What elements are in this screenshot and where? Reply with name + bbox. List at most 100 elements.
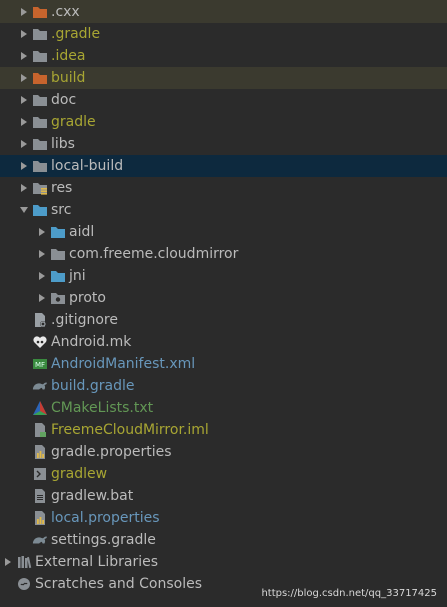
chevron-right-icon[interactable] [16, 89, 32, 111]
tree-item-label: com.freeme.cloudmirror [69, 246, 239, 262]
tree-item-label: .idea [51, 48, 86, 64]
manifest-file-icon: MF [32, 356, 48, 372]
chevron-right-icon[interactable] [34, 243, 50, 265]
folder-icon [32, 48, 48, 64]
folder-icon [50, 246, 66, 262]
folder-orange-icon [32, 4, 48, 20]
tree-item-gitignore[interactable]: .gitignore [0, 309, 447, 331]
properties-file-icon [32, 510, 48, 526]
tree-item-label: src [51, 202, 72, 218]
folder-icon [32, 158, 48, 174]
tree-item-label: .gitignore [51, 312, 118, 328]
tree-item-local-build[interactable]: local-build [0, 155, 447, 177]
source-folder-icon [32, 202, 48, 218]
tree-item-gradlew[interactable]: gradlew [0, 463, 447, 485]
tree-item-label: local-build [51, 158, 124, 174]
tree-item-external-libraries[interactable]: External Libraries [0, 551, 447, 573]
chevron-right-icon[interactable] [16, 155, 32, 177]
tree-item-idea[interactable]: .idea [0, 45, 447, 67]
tree-item-label: External Libraries [35, 554, 158, 570]
chevron-right-icon[interactable] [34, 287, 50, 309]
tree-item-com-freeme-cloudmirror[interactable]: com.freeme.cloudmirror [0, 243, 447, 265]
tree-item-label: FreemeCloudMirror.iml [51, 422, 209, 438]
resource-folder-icon [32, 180, 48, 196]
chevron-right-icon[interactable] [16, 1, 32, 23]
cmake-file-icon [32, 400, 48, 416]
tree-item-cmakelists-txt[interactable]: CMakeLists.txt [0, 397, 447, 419]
tree-item-label: libs [51, 136, 75, 152]
tree-item-proto[interactable]: proto [0, 287, 447, 309]
chevron-right-icon[interactable] [0, 551, 16, 573]
tree-item-settings-gradle[interactable]: settings.gradle [0, 529, 447, 551]
tree-item-libs[interactable]: libs [0, 133, 447, 155]
chevron-right-icon[interactable] [16, 67, 32, 89]
makefile-icon [32, 334, 48, 350]
tree-item-jni[interactable]: jni [0, 265, 447, 287]
tree-item-build[interactable]: build [0, 67, 447, 89]
tree-item-build-gradle[interactable]: build.gradle [0, 375, 447, 397]
package-folder-icon [50, 290, 66, 306]
source-folder-icon [50, 268, 66, 284]
tree-item-local-properties[interactable]: local.properties [0, 507, 447, 529]
tree-item-label: build [51, 70, 86, 86]
tree-item-gradle-properties[interactable]: gradle.properties [0, 441, 447, 463]
folder-icon [32, 92, 48, 108]
tree-item-label: settings.gradle [51, 532, 156, 548]
folder-icon [32, 26, 48, 42]
libraries-icon [16, 554, 32, 570]
tree-item-label: jni [69, 268, 86, 284]
scratches-icon [16, 576, 32, 592]
chevron-right-icon[interactable] [16, 45, 32, 67]
tree-item-aidl[interactable]: aidl [0, 221, 447, 243]
chevron-right-icon[interactable] [34, 265, 50, 287]
gradle-file-icon [32, 532, 48, 548]
chevron-right-icon[interactable] [16, 133, 32, 155]
tree-item-label: gradlew.bat [51, 488, 134, 504]
source-folder-icon [50, 224, 66, 240]
tree-item-gradle[interactable]: gradle [0, 111, 447, 133]
svg-text:MF: MF [35, 361, 45, 369]
tree-item-label: CMakeLists.txt [51, 400, 154, 416]
properties-file-icon [32, 444, 48, 460]
watermark: https://blog.csdn.net/qq_33717425 [261, 588, 437, 599]
tree-item-label: aidl [69, 224, 95, 240]
tree-item-label: doc [51, 92, 77, 108]
tree-item-android-mk[interactable]: Android.mk [0, 331, 447, 353]
folder-icon [32, 136, 48, 152]
chevron-right-icon[interactable] [16, 177, 32, 199]
tree-item-label: gradlew [51, 466, 108, 482]
tree-item-label: AndroidManifest.xml [51, 356, 196, 372]
tree-item-gradle[interactable]: .gradle [0, 23, 447, 45]
chevron-right-icon[interactable] [34, 221, 50, 243]
tree-item-cxx[interactable]: .cxx [0, 1, 447, 23]
chevron-down-icon[interactable] [16, 199, 32, 221]
chevron-right-icon[interactable] [16, 23, 32, 45]
folder-orange-icon [32, 70, 48, 86]
tree-item-label: res [51, 180, 73, 196]
tree-item-androidmanifest-xml[interactable]: MF AndroidManifest.xml [0, 353, 447, 375]
tree-item-label: build.gradle [51, 378, 135, 394]
tree-item-label: local.properties [51, 510, 160, 526]
tree-item-freemecloudmirror-iml[interactable]: FreemeCloudMirror.iml [0, 419, 447, 441]
gitignore-file-icon [32, 312, 48, 328]
iml-file-icon [32, 422, 48, 438]
tree-item-doc[interactable]: doc [0, 89, 447, 111]
tree-item-src[interactable]: src [0, 199, 447, 221]
tree-item-res[interactable]: res [0, 177, 447, 199]
tree-item-label: Scratches and Consoles [35, 576, 202, 592]
chevron-right-icon[interactable] [16, 111, 32, 133]
text-file-icon [32, 488, 48, 504]
tree-item-gradlew-bat[interactable]: gradlew.bat [0, 485, 447, 507]
